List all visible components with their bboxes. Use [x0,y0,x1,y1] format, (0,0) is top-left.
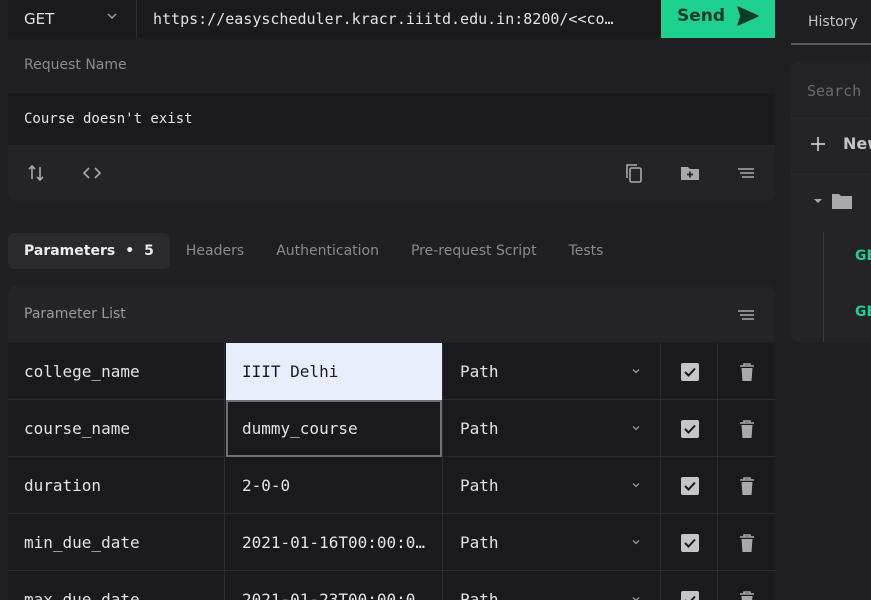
tab-label: Parameters [24,243,116,259]
swap-vertical-icon[interactable] [25,162,47,184]
request-method-label[interactable]: GE [855,248,871,264]
enable-checkbox[interactable] [662,457,718,514]
param-type-select[interactable]: Path [444,400,661,457]
param-type-select[interactable]: Path [444,343,661,400]
enable-checkbox[interactable] [662,343,718,400]
param-key-input[interactable]: college_name [8,343,225,400]
delete-param-button[interactable] [719,514,775,571]
tab-separator: • [125,243,135,259]
divider [136,0,137,38]
tree-line [823,232,824,342]
request-tabs: Parameters • 5 Headers Authentication Pr… [8,233,619,269]
table-row: max_due_date 2021-01-23T00:00:0… Path [8,571,775,600]
param-value-input[interactable]: 2-0-0 [226,457,443,514]
delete-param-button[interactable] [719,457,775,514]
chevron-down-icon [632,483,640,488]
enable-checkbox[interactable] [662,571,718,600]
enable-checkbox[interactable] [662,400,718,457]
param-value-input[interactable]: 2021-01-23T00:00:0… [226,571,443,600]
param-type-label: Path [460,362,499,381]
request-name-label: Request Name [24,57,127,73]
search-input[interactable]: Search [807,82,861,100]
table-row: course_name dummy_course Path [8,400,775,457]
tab-tests[interactable]: Tests [553,233,620,269]
url-bar: GET https://easyscheduler.kracr.iiitd.ed… [8,0,775,38]
folder-icon [832,194,852,209]
checkbox-checked-icon [680,419,699,438]
delete-param-button[interactable] [719,400,775,457]
url-input[interactable]: https://easyscheduler.kracr.iiitd.edu.in… [153,0,653,38]
request-panel: GET https://easyscheduler.kracr.iiitd.ed… [8,0,775,600]
param-type-select[interactable]: Path [444,571,661,600]
sort-lines-icon[interactable] [735,304,757,326]
parameter-rows: college_name IIIT Delhi Path course_name… [8,343,775,600]
tab-headers[interactable]: Headers [170,233,260,269]
table-row: college_name IIIT Delhi Path [8,343,775,400]
chevron-down-icon [632,369,640,374]
method-label: GET [24,10,55,28]
send-label: Send [676,6,726,26]
tab-parameters[interactable]: Parameters • 5 [8,233,170,269]
chevron-down-icon [632,540,640,545]
caret-down-icon [814,199,822,203]
trash-icon [740,476,754,495]
table-row: min_due_date 2021-01-16T00:00:0… Path [8,514,775,571]
tab-history[interactable]: History [791,0,871,45]
send-button[interactable]: Send [661,0,775,38]
param-key-input[interactable]: min_due_date [8,514,225,571]
parameter-list-label: Parameter List [24,306,126,322]
sidebar: History Search New GE GE [783,0,871,600]
param-key-input[interactable]: max_due_date [8,571,225,600]
param-key-input[interactable]: duration [8,457,225,514]
delete-param-button[interactable] [719,571,775,600]
enable-checkbox[interactable] [662,514,718,571]
param-type-select[interactable]: Path [444,514,661,571]
chevron-down-icon [632,426,640,431]
copy-icon[interactable] [623,162,645,184]
divider [791,174,871,175]
param-type-label: Path [460,590,499,600]
checkbox-checked-icon [680,533,699,552]
param-value-input[interactable]: 2021-01-16T00:00:0… [226,514,443,571]
param-key-input[interactable]: course_name [8,400,225,457]
send-icon [737,6,759,26]
trash-icon [740,533,754,552]
trash-icon [740,362,754,381]
param-type-label: Path [460,476,499,495]
divider [791,118,871,119]
folder-plus-icon[interactable] [679,162,701,184]
checkbox-checked-icon [680,590,699,600]
collection-folder[interactable] [813,192,853,210]
param-type-label: Path [460,419,499,438]
request-toolbar [8,145,775,201]
method-select[interactable]: GET [8,0,136,38]
param-type-select[interactable]: Path [444,457,661,514]
parameter-list-header: Parameter List [8,286,775,342]
param-type-label: Path [460,533,499,552]
param-value-input[interactable]: IIIT Delhi [226,343,443,400]
tab-pre-request-script[interactable]: Pre-request Script [395,233,553,269]
table-row: duration 2-0-0 Path [8,457,775,514]
checkbox-checked-icon [680,362,699,381]
new-label: New [843,134,871,153]
tab-count: 5 [144,243,154,259]
checkbox-checked-icon [680,476,699,495]
trash-icon [740,590,754,600]
delete-param-button[interactable] [719,343,775,400]
chevron-down-icon [107,13,117,20]
tab-authentication[interactable]: Authentication [260,233,395,269]
chevron-down-icon [632,597,640,600]
param-value-input[interactable]: dummy_course [226,400,443,457]
request-method-label[interactable]: GE [855,304,871,320]
plus-icon [811,136,825,151]
code-icon[interactable] [81,162,103,184]
request-name-input[interactable]: Course doesn't exist [8,93,775,145]
sort-lines-icon[interactable] [735,162,757,184]
new-button[interactable]: New [809,134,871,153]
trash-icon [740,419,754,438]
history-panel: Search New GE GE [791,62,871,342]
